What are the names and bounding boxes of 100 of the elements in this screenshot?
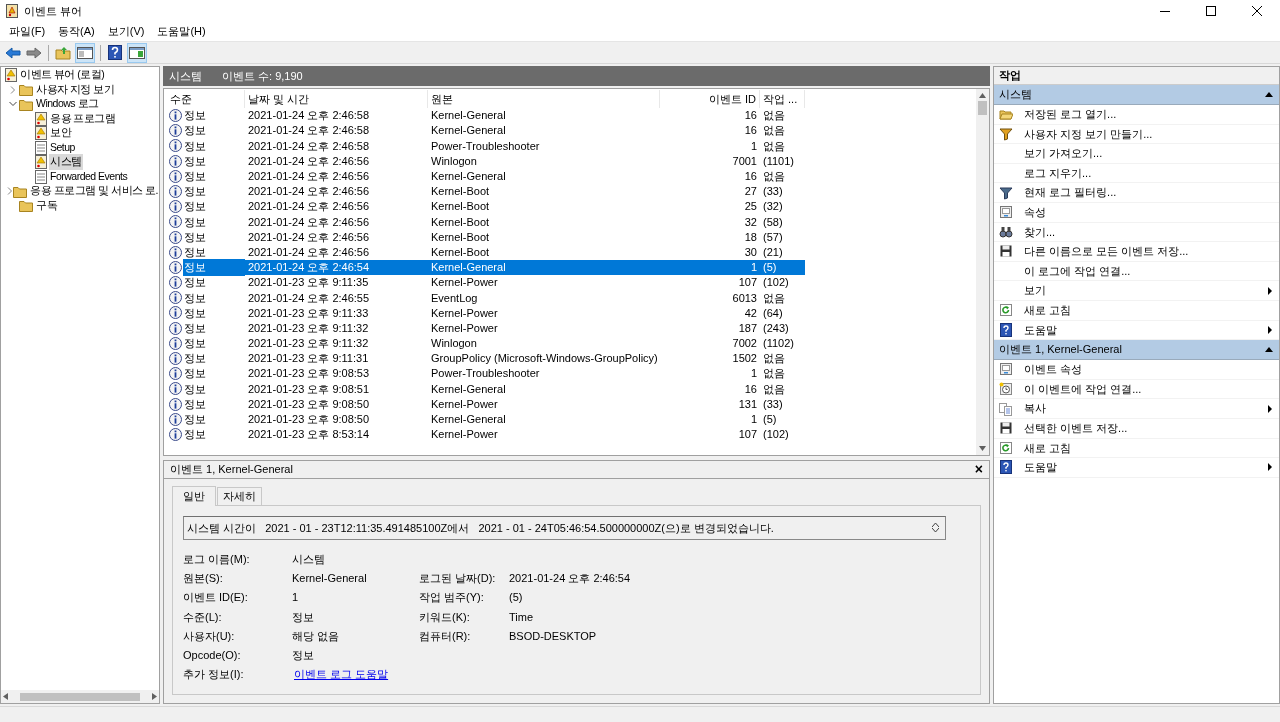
field-value: 정보 xyxy=(292,648,315,664)
tree-item[interactable]: 사용자 지정 보기 xyxy=(35,81,116,98)
column-header[interactable]: 원본 xyxy=(428,89,660,108)
table-cell-text: Kernel-Boot xyxy=(430,184,491,200)
help-icon xyxy=(999,322,1013,337)
table-cell: 2021-01-24 오후 2:46:54 xyxy=(245,259,428,275)
table-cell-text: Kernel-Power xyxy=(430,275,499,291)
table-cell-text: 정보 xyxy=(183,427,207,443)
action-item[interactable]: 이 이벤트에 작업 연결... xyxy=(994,379,1279,400)
table-cell-text: 16 xyxy=(743,123,758,139)
forward-arrow-icon xyxy=(26,46,42,59)
window-title: 이벤트 뷰어 xyxy=(24,3,83,19)
vertical-scrollbar[interactable] xyxy=(976,88,989,455)
table-cell-text: 2021-01-24 오후 2:46:56 xyxy=(247,199,371,215)
action-item[interactable]: 복사 xyxy=(994,399,1279,419)
action-item[interactable]: 이벤트 속성 xyxy=(994,360,1279,380)
menu-item[interactable]: 보기(V) xyxy=(101,22,151,41)
table-cell-text: 1 xyxy=(749,412,758,427)
table-cell-text: 2021-01-23 오후 9:11:32 xyxy=(247,320,370,336)
table-cell-text: 정보 xyxy=(183,229,207,245)
menu-item[interactable]: 동작(A) xyxy=(52,22,101,41)
action-item[interactable]: 도움말 xyxy=(994,458,1279,478)
section-header[interactable]: 이벤트 1, Kernel-General xyxy=(994,340,1279,361)
info-icon xyxy=(169,215,182,229)
column-header[interactable]: 수준 xyxy=(167,89,245,108)
table-cell: (5) xyxy=(760,259,805,275)
scrollbar-thumb[interactable] xyxy=(20,692,140,701)
table-cell-text: 정보 xyxy=(183,214,207,230)
action-item[interactable]: 보기 xyxy=(994,281,1279,301)
action-item[interactable]: 새로 고침 xyxy=(994,438,1279,459)
log-icon xyxy=(35,169,47,184)
tree-item[interactable]: Setup xyxy=(49,139,76,156)
table-cell-text: 2021-01-23 오후 9:08:51 xyxy=(247,381,371,397)
field-value: BSOD-DESKTOP xyxy=(509,628,597,644)
console-tree-button[interactable] xyxy=(75,42,95,63)
tree-item[interactable]: Windows 로그 xyxy=(35,96,100,113)
table-cell-text: (64) xyxy=(762,305,784,321)
tree-item[interactable]: Forwarded Events xyxy=(49,168,129,185)
action-pane-button[interactable] xyxy=(127,42,147,63)
close-button[interactable]: × xyxy=(974,462,983,477)
tree-item[interactable]: 보안 xyxy=(49,125,72,142)
horizontal-scrollbar[interactable] xyxy=(1,690,159,703)
action-item[interactable]: 보기 가져오기... xyxy=(994,144,1279,164)
help-link[interactable]: 이벤트 로그 도움말 xyxy=(294,666,389,683)
tree-item[interactable]: 응용 프로그램 및 서비스 로. xyxy=(29,183,159,200)
action-item[interactable]: 선택한 이벤트 저장... xyxy=(994,418,1279,439)
info-icon xyxy=(169,367,182,381)
field-label: 사용자(U): xyxy=(183,628,236,644)
action-item[interactable]: 로그 지우기... xyxy=(994,163,1279,184)
menu-item[interactable]: 파일(F) xyxy=(3,22,52,41)
menu-item[interactable]: 도움말(H) xyxy=(151,22,212,41)
table-cell-text: EventLog xyxy=(430,290,479,306)
column-header[interactable]: 작업 ... xyxy=(760,89,805,108)
folder-icon xyxy=(55,45,71,60)
field-value: (5) xyxy=(509,590,523,606)
event-log-icon xyxy=(35,111,47,126)
table-cell-text: 없음 xyxy=(762,108,786,124)
table-cell-text: 정보 xyxy=(183,108,207,124)
action-item[interactable]: 저장된 로그 열기... xyxy=(994,105,1279,125)
action-item[interactable]: 찾기... xyxy=(994,222,1279,243)
open-folder-icon xyxy=(999,107,1013,122)
action-item[interactable]: 다른 이름으로 모든 이벤트 저장... xyxy=(994,242,1279,262)
table-cell-text: (243) xyxy=(762,320,790,336)
log-icon xyxy=(35,140,47,155)
action-item[interactable]: 사용자 지정 보기 만들기... xyxy=(994,124,1279,145)
action-item[interactable]: 이 로그에 작업 연결... xyxy=(994,261,1279,282)
back-arrow-icon xyxy=(5,46,21,59)
action-item[interactable]: 새로 고침 xyxy=(994,300,1279,321)
action-item[interactable]: 현재 로그 필터링... xyxy=(994,183,1279,203)
table-cell-text: 없음 xyxy=(762,290,786,306)
tab[interactable]: 자세히 xyxy=(217,486,262,505)
tab[interactable]: 일반 xyxy=(172,485,216,506)
folder-icon xyxy=(19,97,33,111)
table-cell-text: 107 xyxy=(737,427,758,443)
info-icon xyxy=(169,230,182,244)
table-cell-text: 없음 xyxy=(762,169,786,184)
tree-item[interactable]: 응용 프로그램 xyxy=(49,110,117,127)
table-cell-text: GroupPolicy (Microsoft-Windows-GroupPolicy) xyxy=(430,351,659,367)
field-value: Kernel-General xyxy=(292,571,368,587)
action-label: 현재 로그 필터링... xyxy=(1024,185,1117,201)
table-cell-text: 정보 xyxy=(183,123,207,139)
filter-icon xyxy=(999,126,1013,141)
tree-item[interactable]: 구독 xyxy=(35,197,58,214)
column-header[interactable]: 이벤트 ID xyxy=(660,89,760,108)
table-cell-text: 정보 xyxy=(183,153,207,169)
scroll-up-icon xyxy=(932,523,939,528)
info-icon xyxy=(169,412,182,426)
tree-item[interactable]: 이벤트 뷰어 (로컬) xyxy=(19,67,106,84)
table-cell-text: (1101) xyxy=(762,153,795,169)
action-item[interactable]: 속성 xyxy=(994,202,1279,223)
tree-item[interactable]: 시스템 xyxy=(49,154,83,171)
column-header[interactable]: 날짜 및 시간 xyxy=(245,89,428,108)
properties-icon xyxy=(999,362,1013,377)
table-cell-text: 2021-01-24 오후 2:46:56 xyxy=(247,169,371,184)
action-label: 이벤트 속성 xyxy=(1024,362,1083,378)
folder-icon xyxy=(13,184,28,198)
section-header[interactable]: 시스템 xyxy=(994,85,1279,105)
info-icon xyxy=(169,352,182,366)
help-button[interactable] xyxy=(106,43,124,62)
scrollbar-thumb[interactable] xyxy=(978,100,987,115)
